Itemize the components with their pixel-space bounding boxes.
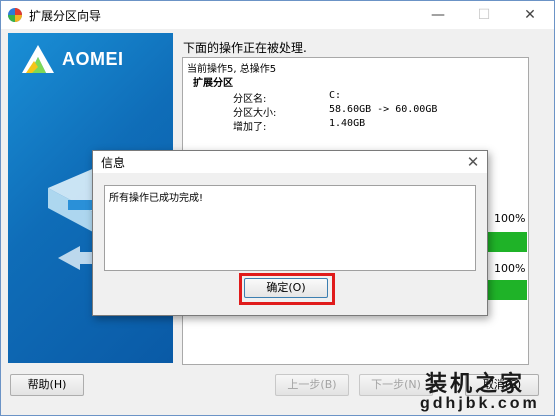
progress-bar [483,280,527,300]
title-bar: 扩展分区向导 — ☐ ✕ [1,1,554,29]
dialog-close-button[interactable]: ✕ [459,151,487,173]
log-progress-line: 当前操作5, 总操作5 [187,64,277,75]
watermark-title: 装机之家 [425,371,526,396]
aomei-logo-icon [22,45,54,73]
dialog-message: 所有操作已成功完成! [109,193,204,204]
next-button: 下一步(N) [359,374,433,396]
help-button[interactable]: 帮助(H) [10,374,84,396]
log-row-value: 58.60GB -> 60.00GB [329,104,438,115]
dialog-title-bar: 信息 ✕ [93,151,487,173]
log-row-label: 分区大小: [233,108,277,119]
info-dialog: 信息 ✕ 所有操作已成功完成! 确定(O) [92,150,488,316]
progress-percent: 100% [494,262,526,275]
brand-name: AOMEI [62,49,124,69]
log-row-label: 分区名: [233,94,267,105]
dialog-title: 信息 [101,156,126,170]
log-row-value: 1.40GB [329,118,366,129]
app-icon [8,8,22,22]
dialog-message-box: 所有操作已成功完成! [104,185,476,271]
progress-bar [483,232,527,252]
log-row-value: C: [329,90,342,101]
progress-bar-fill [483,280,527,300]
status-heading: 下面的操作正在被处理. [183,41,307,55]
window-title: 扩展分区向导 [29,9,102,23]
maximize-button: ☐ [477,7,491,23]
ok-button[interactable]: 确定(O) [244,278,328,298]
minimize-button[interactable]: — [415,1,461,29]
back-button: 上一步(B) [275,374,349,396]
log-section-title: 扩展分区 [193,78,233,89]
progress-percent: 100% [494,212,526,225]
log-row-label: 增加了: [233,122,267,133]
close-button[interactable]: ✕ [507,1,553,29]
watermark-url: gdhjbk.com [420,395,540,412]
progress-bar-fill [483,232,527,252]
